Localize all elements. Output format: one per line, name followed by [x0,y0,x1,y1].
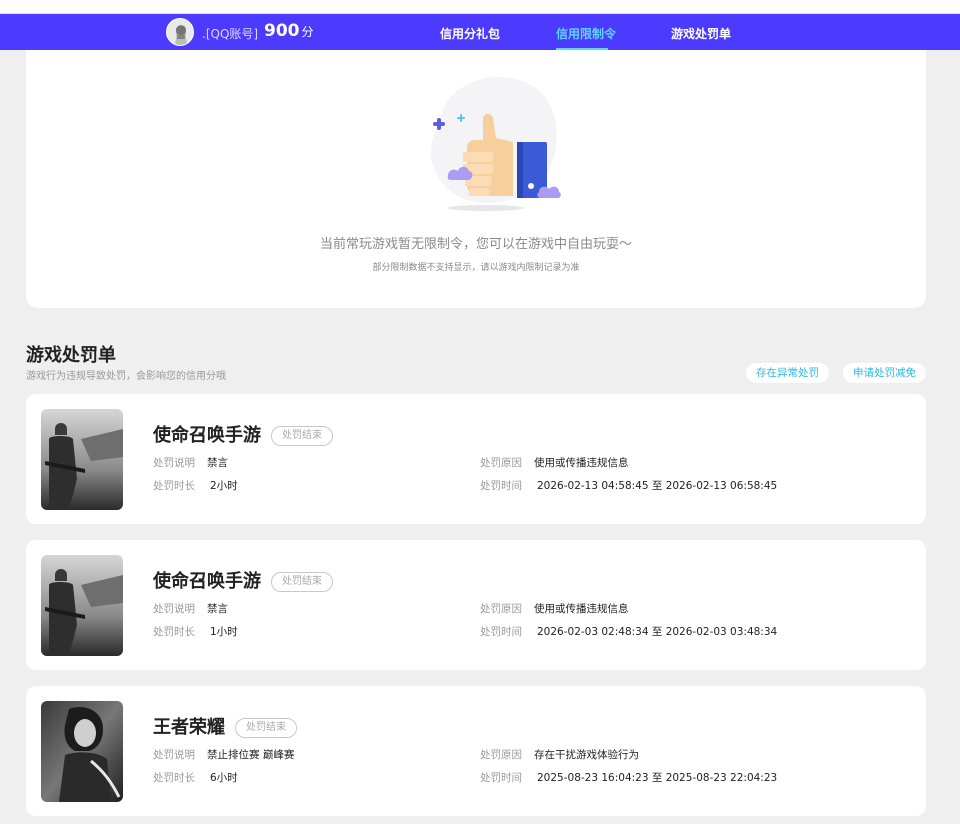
time-value: 2026-02-13 04:58:45 至 2026-02-13 06:58:4… [537,480,778,492]
tab-credit-gift[interactable]: 信用分礼包 [440,25,500,42]
time-label: 处罚时间 [480,480,522,492]
section-title: 游戏处罚单 [26,345,116,366]
desc-value: 禁止排位赛 巅峰赛 [207,749,295,761]
duration-label: 处罚时长 [153,772,195,784]
status-badge: 处罚结束 [271,426,333,446]
reason-label: 处罚原因 [480,457,522,469]
game-name: 使命召唤手游 处罚结束 [153,567,333,593]
game-name-text: 王者荣耀 [153,717,225,738]
time-label: 处罚时间 [480,772,522,784]
avatar[interactable] [166,18,194,46]
desc-label: 处罚说明 [153,603,195,615]
game-thumbnail [41,409,123,510]
time-value: 2026-02-03 02:48:34 至 2026-02-03 03:48:3… [537,626,778,638]
reason-value: 使用或传播违规信息 [534,603,629,615]
penalty-card[interactable]: 王者荣耀 处罚结束 处罚说明 禁止排位赛 巅峰赛 处罚时长 6小时 处罚原因 存在… [26,686,926,816]
abnormal-penalty-button[interactable]: 存在异常处罚 [746,363,829,383]
status-badge: 处罚结束 [235,718,297,738]
thumbs-up-illustration [401,68,571,218]
score-value: 900 [264,21,300,41]
desc-label: 处罚说明 [153,749,195,761]
desc-label: 处罚说明 [153,457,195,469]
restriction-empty-card: 当前常玩游戏暂无限制令，您可以在游戏中自由玩耍～ 部分限制数据不支持显示，请以游… [26,50,926,308]
section-subtitle: 游戏行为违规导致处罚，会影响您的信用分哦 [26,371,226,382]
duration-label: 处罚时长 [153,480,195,492]
game-thumbnail [41,701,123,802]
duration-label: 处罚时长 [153,626,195,638]
desc-value: 禁言 [207,457,228,469]
penalty-card[interactable]: 使命召唤手游 处罚结束 处罚说明 禁言 处罚时长 1小时 处罚原因 使用或传播违规… [26,540,926,670]
credit-score: 900 分 [264,21,314,41]
tab-game-penalty[interactable]: 游戏处罚单 [671,25,731,42]
nickname: .[QQ账号] [202,27,259,41]
score-unit: 分 [301,25,314,39]
game-name-text: 使命召唤手游 [153,425,261,446]
reason-value: 使用或传播违规信息 [534,457,629,469]
duration-value: 1小时 [210,626,238,638]
duration-value: 6小时 [210,772,238,784]
time-label: 处罚时间 [480,626,522,638]
top-bar: .[QQ账号] 900 分 信用分礼包 信用限制令 游戏处罚单 [0,14,960,50]
tab-credit-restriction[interactable]: 信用限制令 [556,25,616,42]
game-name: 使命召唤手游 处罚结束 [153,421,333,447]
reason-label: 处罚原因 [480,603,522,615]
desc-value: 禁言 [207,603,228,615]
reason-label: 处罚原因 [480,749,522,761]
empty-note: 部分限制数据不支持显示，请以游戏内限制记录为准 [372,263,580,273]
game-thumbnail [41,555,123,656]
game-name-text: 使命召唤手游 [153,571,261,592]
apply-reduction-button[interactable]: 申请处罚减免 [843,363,926,383]
duration-value: 2小时 [210,480,238,492]
browser-top-strip [0,0,960,14]
status-badge: 处罚结束 [271,572,333,592]
reason-value: 存在干扰游戏体验行为 [534,749,639,761]
time-value: 2025-08-23 16:04:23 至 2025-08-23 22:04:2… [537,772,778,784]
game-name: 王者荣耀 处罚结束 [153,713,297,739]
empty-message: 当前常玩游戏暂无限制令，您可以在游戏中自由玩耍～ [319,237,632,252]
penalty-card[interactable]: 使命召唤手游 处罚结束 处罚说明 禁言 处罚时长 2小时 处罚原因 使用或传播违规… [26,394,926,524]
